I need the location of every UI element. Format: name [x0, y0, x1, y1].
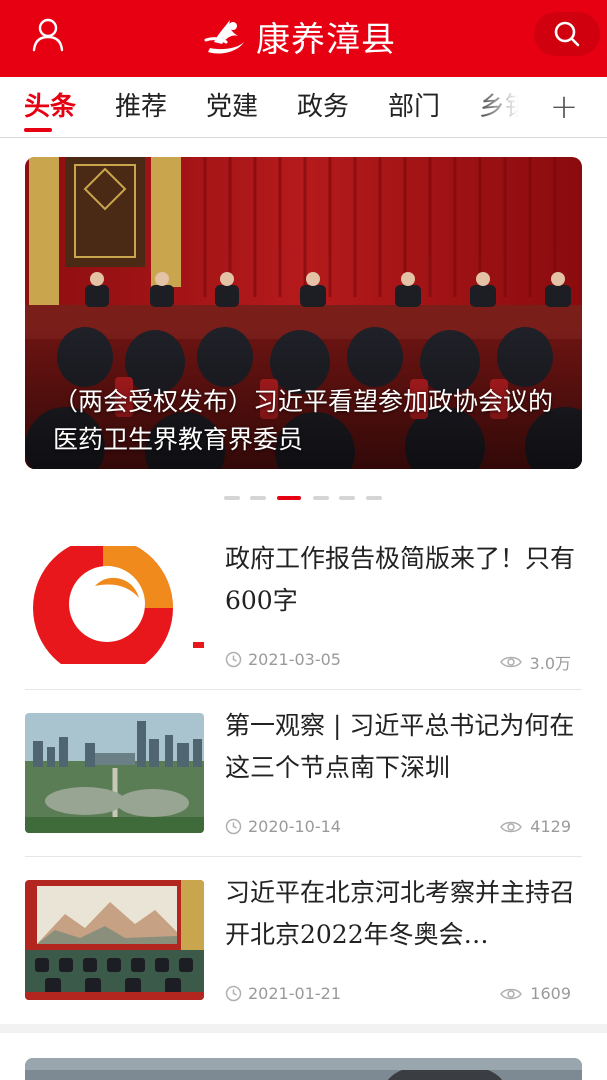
- news-views-text: 4129: [530, 817, 571, 836]
- carousel-dot[interactable]: [366, 496, 382, 500]
- user-icon: [32, 18, 64, 52]
- eye-icon: [499, 656, 522, 668]
- add-channel-button[interactable]: +: [546, 83, 582, 131]
- clock-icon: [225, 818, 242, 835]
- eye-icon: [500, 821, 523, 832]
- carousel-dot[interactable]: [313, 496, 329, 500]
- feed-card-image: [25, 1058, 582, 1080]
- news-item[interactable]: 政府工作报告极简版来了！只有600字 2021-03-05 3.0万: [25, 538, 582, 673]
- list-divider: [25, 689, 582, 690]
- tabs-fade-overlay: [470, 77, 540, 137]
- news-date: 2020-10-14: [225, 817, 341, 836]
- news-thumbnail: [25, 546, 204, 664]
- eye-icon: [500, 988, 523, 999]
- banner-caption: （两会受权发布）习近平看望参加政协会议的医药卫生界教育界委员: [53, 387, 554, 454]
- clock-icon: [225, 651, 242, 668]
- tab-government-affairs[interactable]: 政务: [297, 89, 349, 125]
- news-meta: 2020-10-14 4129: [225, 817, 571, 841]
- news-views-text: 3.0万: [529, 654, 571, 673]
- carousel-indicator: [0, 496, 607, 502]
- clock-icon: [225, 985, 242, 1002]
- active-tab-indicator: [24, 128, 52, 132]
- news-views-text: 1609: [530, 984, 571, 1003]
- news-thumbnail: [25, 713, 204, 833]
- carousel-dot[interactable]: [224, 496, 240, 500]
- gov-report-logo-image: [33, 546, 204, 664]
- search-button[interactable]: [534, 12, 600, 56]
- news-meta: 2021-03-05 3.0万: [225, 650, 571, 674]
- news-thumbnail: [25, 880, 204, 1000]
- meeting-hall-image: [25, 880, 204, 1000]
- user-profile-button[interactable]: [28, 14, 68, 54]
- news-date-text: 2020-10-14: [248, 817, 341, 836]
- next-feed-card[interactable]: [25, 1058, 582, 1080]
- news-meta: 2021-01-21 1609: [225, 984, 571, 1008]
- tab-recommended[interactable]: 推荐: [115, 89, 167, 125]
- app-logo: 康养漳县: [202, 8, 396, 64]
- banner-slide[interactable]: （两会受权发布）习近平看望参加政协会议的医药卫生界教育界委员: [25, 157, 582, 469]
- carousel-dot[interactable]: [250, 496, 266, 500]
- section-separator: [0, 1024, 607, 1033]
- app-header: 康养漳县: [0, 0, 607, 77]
- tab-party-building[interactable]: 党建: [206, 89, 258, 125]
- carousel-dot[interactable]: [339, 496, 355, 500]
- search-icon: [554, 21, 580, 47]
- shenzhen-city-image: [25, 713, 204, 833]
- news-date: 2021-01-21: [225, 984, 341, 1003]
- news-views: 1609: [500, 984, 571, 1003]
- channel-tabs: 头条 推荐 党建 政务 部门 乡镇 +: [0, 77, 607, 138]
- news-views: 3.0万: [499, 650, 571, 674]
- carousel-dot-active[interactable]: [277, 496, 301, 500]
- news-date-text: 2021-03-05: [248, 650, 341, 669]
- tab-headlines[interactable]: 头条: [24, 89, 76, 125]
- news-title: 政府工作报告极简版来了！只有600字: [225, 544, 576, 615]
- news-title: 第一观察 | 习近平总书记为何在这三个节点南下深圳: [225, 711, 575, 782]
- news-item[interactable]: 习近平在北京河北考察并主持召开北京2022年冬奥会… 2021-01-21 16…: [25, 872, 582, 1004]
- tab-departments[interactable]: 部门: [388, 89, 440, 125]
- app-title: 康养漳县: [256, 19, 396, 60]
- news-item[interactable]: 第一观察 | 习近平总书记为何在这三个节点南下深圳 2020-10-14 412…: [25, 705, 582, 837]
- news-views: 4129: [500, 817, 571, 836]
- list-divider: [25, 856, 582, 857]
- news-title: 习近平在北京河北考察并主持召开北京2022年冬奥会…: [225, 878, 576, 949]
- logo-mark-icon: [204, 20, 244, 54]
- news-date: 2021-03-05: [225, 650, 341, 669]
- news-date-text: 2021-01-21: [248, 984, 341, 1003]
